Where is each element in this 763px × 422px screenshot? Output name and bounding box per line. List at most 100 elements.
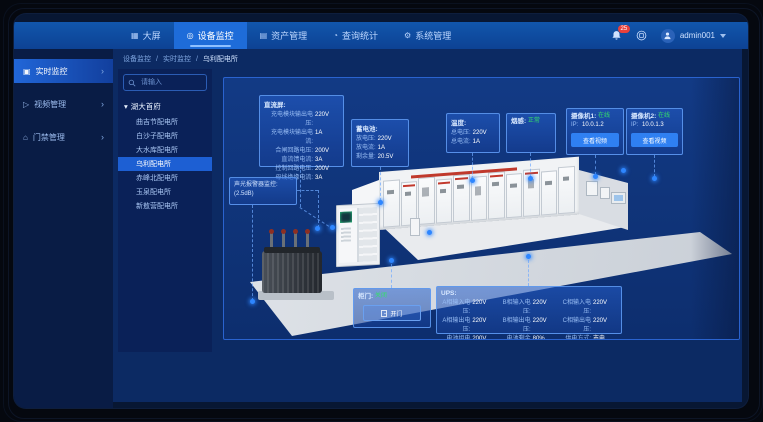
metric-row: A相输出电压:220V	[441, 317, 496, 335]
chevron-right-icon: ›	[101, 132, 104, 142]
connector-line	[654, 155, 655, 177]
user-icon	[663, 31, 672, 40]
open-door-button[interactable]: 开门	[363, 305, 421, 321]
sound-light-alarm-label: 声光报警器监控: (2.5dB)	[229, 177, 297, 205]
battery-slots	[358, 207, 377, 262]
search-icon	[128, 79, 136, 87]
breadcrumb-item[interactable]: 实时监控	[163, 54, 191, 64]
tree-search-box	[123, 74, 207, 91]
dc-panel-metrics: 直流屏: 充电模块输出电压:220V 充电模块输出电流:1A 合闸回路电压:20…	[259, 95, 344, 167]
nav-item-statistics[interactable]: ◔ 查询统计	[320, 22, 391, 49]
caret-down-icon: ▾	[124, 102, 128, 111]
ip-label: IP:	[631, 121, 638, 130]
metric-row: 合闸回路电压:200V	[264, 147, 339, 156]
metric-row: 摄像机1: 在线	[571, 112, 619, 121]
tree-item-station[interactable]: 玉泉配电所	[118, 185, 212, 199]
tree-item-station[interactable]: 曲吉节配电所	[118, 115, 212, 129]
sidebar-item-label: 门禁管理	[33, 132, 65, 143]
metric-value: 220V	[473, 129, 495, 138]
user-menu[interactable]: admin001	[661, 29, 726, 43]
ip-value: 10.0.1.3	[642, 121, 678, 130]
sensor-marker	[526, 254, 531, 259]
breadcrumb-item[interactable]: 设备监控	[123, 54, 151, 64]
tree-item-station[interactable]: 白沙子配电所	[118, 129, 212, 143]
top-navbar: ▦ 大屏 ◎ 设备监控 ▤ 资产管理 ◔ 查询统计 ⚙ 系统管理	[14, 22, 748, 49]
ups-metrics: UPS: A相输入电压:220V B相输入电压:220V C相输入电压:220V…	[436, 286, 622, 334]
metric-row: 摄像机2: 在线	[631, 112, 678, 121]
sidebar-item-video-management[interactable]: ▷ 视频管理 ›	[14, 92, 113, 116]
breadcrumb-item-current[interactable]: 乌利配电所	[203, 54, 238, 64]
view-video-button[interactable]: 查看视频	[631, 133, 678, 147]
alarm-value-line: (2.5dB)	[234, 190, 292, 199]
metric-label: 合闸回路电压:	[264, 147, 313, 156]
transformer-bushing	[306, 233, 309, 247]
metric-row: 充电模块输出电压:220V	[264, 111, 339, 129]
metric-value: 200V	[315, 147, 339, 156]
fullscreen-icon	[636, 30, 647, 41]
sensor-marker	[315, 226, 320, 231]
sidebar-item-realtime-monitor[interactable]: ▣ 实时监控 ›	[14, 59, 113, 83]
tree-item-station[interactable]: 新敖营配电所	[118, 199, 212, 213]
tree-item-station-selected[interactable]: 乌利配电所	[118, 157, 212, 171]
battery-metrics: 蓄电池: 放电压:220V 放电流:1A 剩余量:20.5V	[351, 119, 409, 167]
metric-label: 充电模块输出电流:	[264, 129, 313, 147]
content-area: 设备监控 / 实时监控 / 乌利配电所 ▾ 湖大首府 曲吉节配电所 白沙子配电所…	[113, 49, 742, 402]
transformer-3d	[262, 230, 328, 300]
metric-row: 放电压:220V	[356, 135, 404, 144]
nav-item-label: 大屏	[143, 29, 161, 42]
nav-item-system[interactable]: ⚙ 系统管理	[391, 22, 464, 49]
metric-value: 220V	[315, 111, 339, 129]
sensor-marker	[528, 176, 533, 181]
nav-item-dashboard[interactable]: ▦ 大屏	[118, 22, 174, 49]
metric-value: 200V	[315, 165, 339, 174]
connector-line	[391, 264, 392, 288]
sidebar-item-label: 实时监控	[36, 66, 68, 77]
nav-item-asset[interactable]: ▤ 资产管理	[247, 22, 321, 49]
metric-value: 20.5V	[378, 153, 404, 162]
metric-row: 直流馈电流:3A	[264, 156, 339, 165]
transformer-bushing	[282, 233, 285, 247]
transformer-lid	[264, 247, 320, 253]
fullscreen-button[interactable]	[636, 30, 647, 41]
tree-item-station[interactable]: 大水库配电所	[118, 143, 212, 157]
connector-line	[318, 190, 319, 228]
metric-value: 1A	[315, 129, 339, 147]
metric-value: 1A	[473, 138, 495, 147]
metric-row: 电池剩余容量:80%	[501, 335, 556, 340]
sensor-marker	[427, 230, 432, 235]
metric-label: C相输出电压:	[562, 317, 591, 335]
panel-title: 温度:	[451, 117, 495, 127]
metric-label: 总电流:	[451, 138, 471, 147]
sensor-marker	[470, 178, 475, 183]
switchgear-cabinet	[506, 173, 523, 218]
nav-item-device-monitor[interactable]: ◎ 设备监控	[174, 22, 247, 49]
metric-label: 供电方式:	[562, 335, 591, 340]
ups-grid: A相输入电压:220V B相输入电压:220V C相输入电压:220V A相输出…	[441, 299, 617, 340]
app-window: ▦ 大屏 ◎ 设备监控 ▤ 资产管理 ◔ 查询统计 ⚙ 系统管理	[14, 14, 748, 408]
camera1-panel: 摄像机1: 在线 IP: 10.0.1.2 查看视频	[566, 108, 624, 155]
metric-row: 总电压:220V	[451, 129, 495, 138]
station-tree-panel: ▾ 湖大首府 曲吉节配电所 白沙子配电所 大水库配电所 乌利配电所 赤峰北配电所…	[118, 69, 212, 352]
metric-value: 220V	[533, 317, 557, 335]
metric-row: 充电模块输出电流:1A	[264, 129, 339, 147]
notifications-button[interactable]: 25	[611, 30, 622, 41]
tree-item-station[interactable]: 赤峰北配电所	[118, 171, 212, 185]
realtime-monitor-icon: ▣	[23, 67, 31, 76]
metric-row: 烟感: 正常	[511, 117, 551, 126]
metric-row: 剩余量:20.5V	[356, 153, 404, 162]
alarm-label-line: 声光报警器监控:	[234, 181, 292, 190]
metric-label: C相输入电压:	[562, 299, 591, 317]
sidebar-item-label: 视频管理	[34, 99, 66, 110]
monitor-icon: ◎	[187, 31, 194, 40]
view-video-button[interactable]: 查看视频	[571, 133, 619, 147]
switchgear-cabinet	[541, 170, 558, 215]
metric-label: 摄像机1:	[571, 112, 596, 121]
metric-row: 供电方式:市电	[562, 335, 617, 340]
search-input[interactable]	[139, 78, 202, 87]
tree-node-root[interactable]: ▾ 湖大首府	[118, 99, 212, 115]
nav-item-label: 查询统计	[342, 29, 378, 42]
connector-line	[380, 167, 381, 201]
transformer-bushing	[294, 233, 297, 247]
sidebar-item-access-control[interactable]: ⌂ 门禁管理 ›	[14, 125, 113, 149]
metric-label: 直流馈电流:	[264, 156, 313, 165]
